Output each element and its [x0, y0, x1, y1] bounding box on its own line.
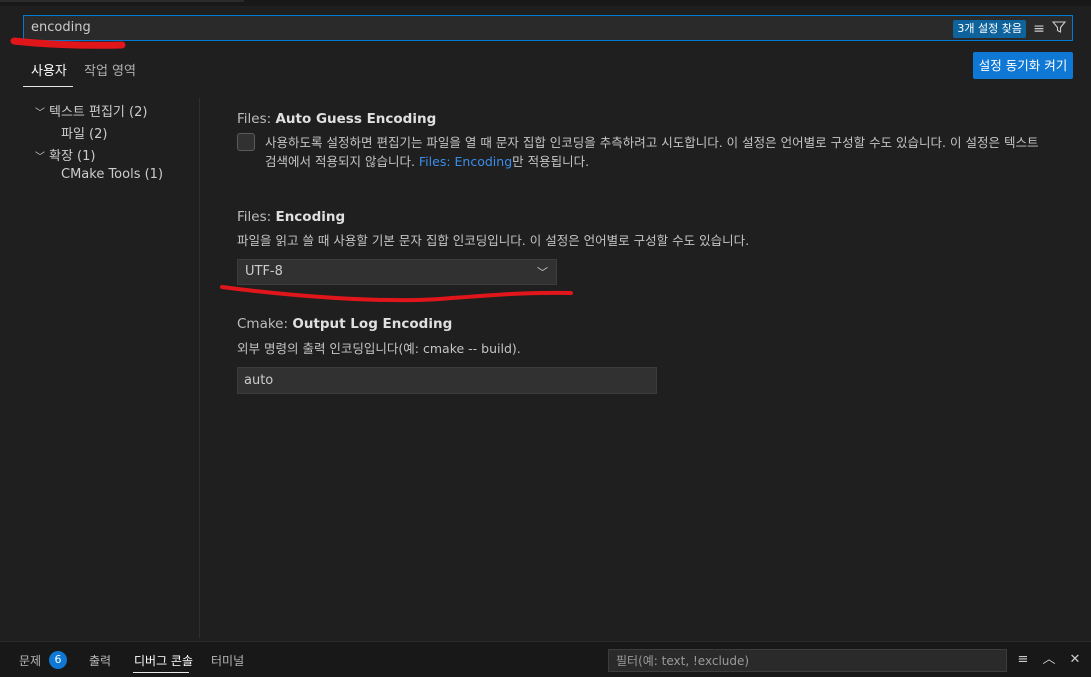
tab-workspace[interactable]: 작업 영역	[84, 60, 136, 79]
setting-description-line: 검색에서 적용되지 않습니다. Files: Encoding만 적용됩니다.	[265, 152, 589, 171]
search-input[interactable]: encoding	[31, 20, 91, 35]
encoding-value: UTF-8	[245, 264, 283, 279]
toc-divider	[199, 98, 200, 638]
tree-item-extensions[interactable]: ﹀ 확장 (1)	[35, 145, 95, 164]
tree-item-cmake-tools[interactable]: CMake Tools (1)	[61, 167, 163, 182]
tree-item-label: 텍스트 편집기 (2)	[49, 105, 148, 120]
tree-item-label: 확장 (1)	[49, 149, 96, 164]
chevron-down-icon: ﹀	[35, 108, 45, 119]
funnel-icon-svg	[1051, 21, 1067, 33]
setting-description-line: 사용하도록 설정하면 편집기는 파일을 열 때 문자 집합 인코딩을 추측하려고…	[265, 135, 1039, 150]
funnel-icon[interactable]	[1050, 20, 1068, 38]
chevron-up-icon[interactable]: ︿	[1040, 651, 1058, 669]
chevron-down-icon: ﹀	[537, 266, 548, 279]
setting-description: 외부 명령의 출력 인코딩입니다(예: cmake -- build).	[237, 341, 521, 356]
panel-filter-box[interactable]	[608, 649, 1007, 672]
chevron-down-icon: ﹀	[35, 152, 45, 163]
panel-tab-terminal[interactable]: 터미널	[211, 652, 244, 669]
setting-category: Files:	[237, 209, 276, 225]
panel-tab-output[interactable]: 출력	[89, 652, 111, 669]
description-text: 검색에서 적용되지 않습니다.	[265, 154, 419, 169]
setting-title-encoding: Files: Encoding	[237, 209, 345, 225]
files-encoding-link[interactable]: Files: Encoding	[419, 154, 512, 169]
setting-title-auto-guess: Files: Auto Guess Encoding	[237, 111, 436, 127]
auto-guess-checkbox[interactable]	[237, 133, 255, 151]
active-tab-underline	[23, 86, 73, 87]
result-count-badge: 3개 설정 찾음	[953, 20, 1026, 38]
setting-category: Cmake:	[237, 316, 293, 332]
setting-category: Files:	[237, 111, 276, 127]
clear-console-icon[interactable]: ≡	[1014, 651, 1032, 669]
problems-count-badge: 6	[49, 651, 67, 669]
tab-strip-divider	[0, 0, 244, 2]
tree-item-text-editor[interactable]: ﹀ 텍스트 편집기 (2)	[35, 101, 147, 120]
settings-search-box[interactable]: encoding 3개 설정 찾음 ≡	[23, 15, 1073, 41]
description-text: 만 적용됩니다.	[512, 154, 590, 169]
settings-sync-button[interactable]: 설정 동기화 켜기	[973, 52, 1073, 79]
panel-tab-debug-console[interactable]: 디버그 콘솔	[134, 652, 193, 669]
setting-title-cmake-log: Cmake: Output Log Encoding	[237, 316, 452, 332]
setting-name: Auto Guess Encoding	[275, 111, 437, 127]
input-value: auto	[244, 373, 274, 388]
panel-tab-problems[interactable]: 문제	[19, 652, 41, 669]
red-annotation-marks	[10, 37, 573, 303]
setting-name: Output Log Encoding	[292, 316, 453, 332]
tree-item-files[interactable]: 파일 (2)	[61, 123, 107, 142]
tab-user[interactable]: 사용자	[31, 60, 67, 79]
setting-description: 파일을 읽고 쓸 때 사용할 기본 문자 집합 인코딩입니다. 이 설정은 언어…	[237, 233, 750, 248]
setting-name: Encoding	[275, 209, 346, 225]
active-panel-tab-underline	[133, 672, 189, 673]
clear-filter-icon[interactable]: ≡	[1030, 20, 1048, 38]
encoding-select[interactable]: UTF-8 ﹀	[237, 259, 557, 285]
panel-filter-input[interactable]	[609, 650, 1006, 671]
editor-tab-strip	[0, 0, 1091, 6]
close-icon[interactable]: ✕	[1066, 651, 1084, 669]
cmake-log-encoding-input[interactable]: auto	[237, 367, 657, 394]
